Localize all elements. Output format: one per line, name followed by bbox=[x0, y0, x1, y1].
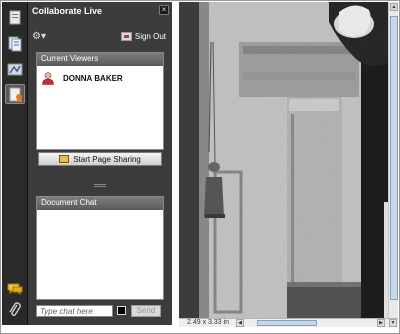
start-page-sharing-label: Start Page Sharing bbox=[73, 154, 141, 164]
current-viewers-box: Current Viewers DONNA BAKER bbox=[36, 52, 164, 150]
document-view[interactable] bbox=[179, 2, 389, 318]
collaborate-live-icon[interactable] bbox=[5, 84, 25, 104]
document-photo-image bbox=[179, 2, 389, 318]
comments-icon[interactable] bbox=[5, 278, 25, 298]
horizontal-scroll-thumb[interactable] bbox=[257, 320, 317, 326]
chat-input[interactable]: Type chat here bbox=[36, 305, 113, 317]
current-viewers-header: Current Viewers bbox=[37, 53, 163, 66]
vertical-scroll-thumb[interactable] bbox=[390, 16, 398, 300]
panel-toolbar: ⚙▾ Sign Out bbox=[28, 28, 172, 48]
sign-out-icon bbox=[120, 32, 132, 41]
paperclip-icon[interactable] bbox=[5, 300, 25, 320]
list-item[interactable]: DONNA BAKER bbox=[37, 66, 163, 90]
scroll-left-icon[interactable]: ◀ bbox=[236, 319, 244, 327]
status-bar: 2.49 x 3.33 in ◀ ▶ bbox=[179, 318, 398, 327]
scroll-up-icon[interactable]: ▲ bbox=[390, 3, 398, 11]
send-button[interactable]: Send bbox=[131, 305, 161, 317]
page-size-readout: 2.49 x 3.33 in bbox=[187, 319, 230, 326]
bookmarks-icon[interactable] bbox=[5, 34, 25, 54]
scroll-down-icon[interactable]: ▼ bbox=[389, 319, 397, 327]
close-icon[interactable]: × bbox=[159, 5, 169, 15]
navigation-icon-bar bbox=[2, 2, 28, 325]
panel-splitter[interactable] bbox=[28, 183, 172, 189]
app-window: Collaborate Live × ⚙▾ Sign Out Current V… bbox=[0, 0, 400, 334]
viewer-name: DONNA BAKER bbox=[63, 73, 123, 83]
chat-color-swatch[interactable] bbox=[117, 306, 126, 315]
splitter-grip bbox=[94, 184, 106, 187]
sign-out-button[interactable]: Sign Out bbox=[120, 32, 166, 41]
start-page-sharing-button[interactable]: Start Page Sharing bbox=[38, 152, 162, 166]
vertical-scrollbar[interactable]: ▲ bbox=[388, 2, 398, 318]
panel-title: Collaborate Live bbox=[32, 6, 103, 16]
signatures-icon[interactable] bbox=[5, 60, 25, 80]
scroll-right-icon[interactable]: ▶ bbox=[377, 319, 385, 327]
document-chat-box: Document Chat bbox=[36, 196, 164, 300]
screen-share-icon bbox=[59, 155, 70, 163]
document-chat-header: Document Chat bbox=[37, 197, 163, 210]
sign-out-label: Sign Out bbox=[134, 32, 166, 41]
pages-icon[interactable] bbox=[5, 8, 25, 28]
options-menu-icon[interactable]: ⚙▾ bbox=[32, 31, 50, 44]
user-avatar-icon bbox=[41, 71, 55, 85]
